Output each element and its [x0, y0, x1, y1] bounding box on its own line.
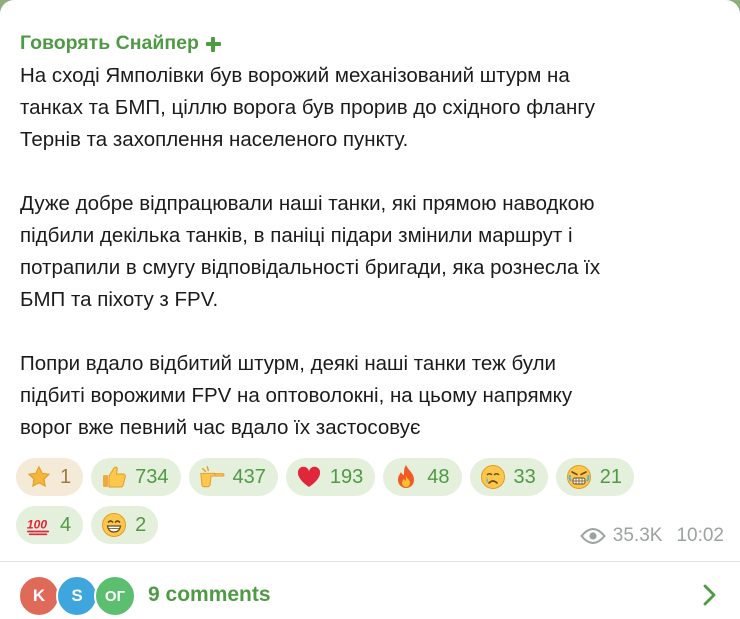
text-line: Попри вдало відбитий штурм, деякі наші т… — [20, 352, 556, 375]
reaction-count: 193 — [329, 465, 364, 488]
avatar-initials: S — [71, 586, 83, 605]
reaction-heart[interactable]: 193 — [285, 458, 376, 496]
message-text: На сході Ямполівки був ворожий механізов… — [20, 60, 726, 444]
pointing-hand-icon — [199, 464, 225, 490]
avatar: ОГ — [94, 575, 136, 617]
reaction-count: 4 — [60, 513, 72, 536]
reaction-angry-face[interactable]: 21 — [555, 458, 634, 496]
text-line: потрапили в смугу відповідальності брига… — [20, 256, 601, 279]
reaction-grinning-face[interactable]: 2 — [91, 506, 159, 544]
reaction-fire[interactable]: 48 — [383, 458, 462, 496]
avatar-initials: ОГ — [104, 587, 126, 605]
text-line: підбили декілька танків, в паніці підари… — [20, 224, 573, 247]
avatar: K — [18, 575, 60, 617]
text-line: На сході Ямполівки був ворожий механізов… — [20, 64, 570, 87]
paragraph-2: Дуже добре відпрацювали наші танки, які … — [20, 188, 726, 316]
reaction-count: 48 — [427, 465, 450, 488]
avatar-initials: K — [32, 586, 46, 605]
crying-face-icon — [480, 464, 506, 490]
thumbs-up-icon — [101, 464, 127, 490]
reaction-hundred-points[interactable]: 100 4 — [16, 506, 84, 544]
text-line: ворог вже певний час вдало їх застосовує — [20, 416, 421, 439]
view-count: 35.3K — [612, 525, 663, 546]
message-bubble: Говорять Снайпер На сході Ямполівки був … — [0, 0, 740, 619]
hundred-points-icon: 100 — [26, 512, 52, 538]
reaction-pointing-hand[interactable]: 437 — [188, 458, 278, 496]
reaction-count: 437 — [232, 465, 266, 488]
reaction-thumbs-up[interactable]: 734 — [91, 458, 181, 496]
plus-icon — [205, 36, 221, 52]
text-line: Тернів та захоплення населеного пункту. — [20, 128, 409, 151]
red-heart-icon — [296, 464, 322, 490]
commenter-avatars[interactable]: K S ОГ — [18, 575, 138, 617]
message-meta: 35.3K 10:02 — [580, 525, 724, 547]
reaction-crying-face[interactable]: 33 — [469, 458, 548, 496]
svg-text:100: 100 — [27, 518, 47, 532]
text-line: танках та БМП, ціллю ворога був прорив д… — [20, 96, 596, 119]
reaction-count: 2 — [135, 513, 147, 536]
chevron-right-icon[interactable] — [702, 583, 718, 607]
angry-face-icon — [566, 464, 592, 490]
paragraph-1: На сході Ямполівки був ворожий механізов… — [20, 60, 726, 156]
text-line: підбиті ворожими FPV на оптоволокні, на … — [20, 384, 573, 407]
text-line: Дуже добре відпрацювали наші танки, які … — [20, 192, 595, 215]
author-name: Говорять Снайпер — [20, 32, 199, 54]
grinning-face-icon — [101, 512, 127, 538]
reaction-count: 734 — [135, 465, 169, 488]
reaction-count: 1 — [60, 465, 72, 488]
fire-icon — [393, 464, 419, 490]
paragraph-3: Попри вдало відбитий штурм, деякі наші т… — [20, 348, 726, 444]
message-time: 10:02 — [676, 525, 724, 546]
reaction-count: 21 — [599, 465, 622, 488]
star-icon — [26, 464, 52, 490]
channel-author[interactable]: Говорять Снайпер — [20, 32, 221, 55]
divider — [0, 561, 740, 562]
text-line: БМП та піхоту з FPV. — [20, 288, 219, 311]
comments-link[interactable]: 9 comments — [148, 583, 271, 607]
eye-icon — [580, 528, 606, 544]
avatar: S — [56, 575, 98, 617]
reaction-star[interactable]: 1 — [16, 458, 84, 496]
reaction-count: 33 — [513, 465, 536, 488]
